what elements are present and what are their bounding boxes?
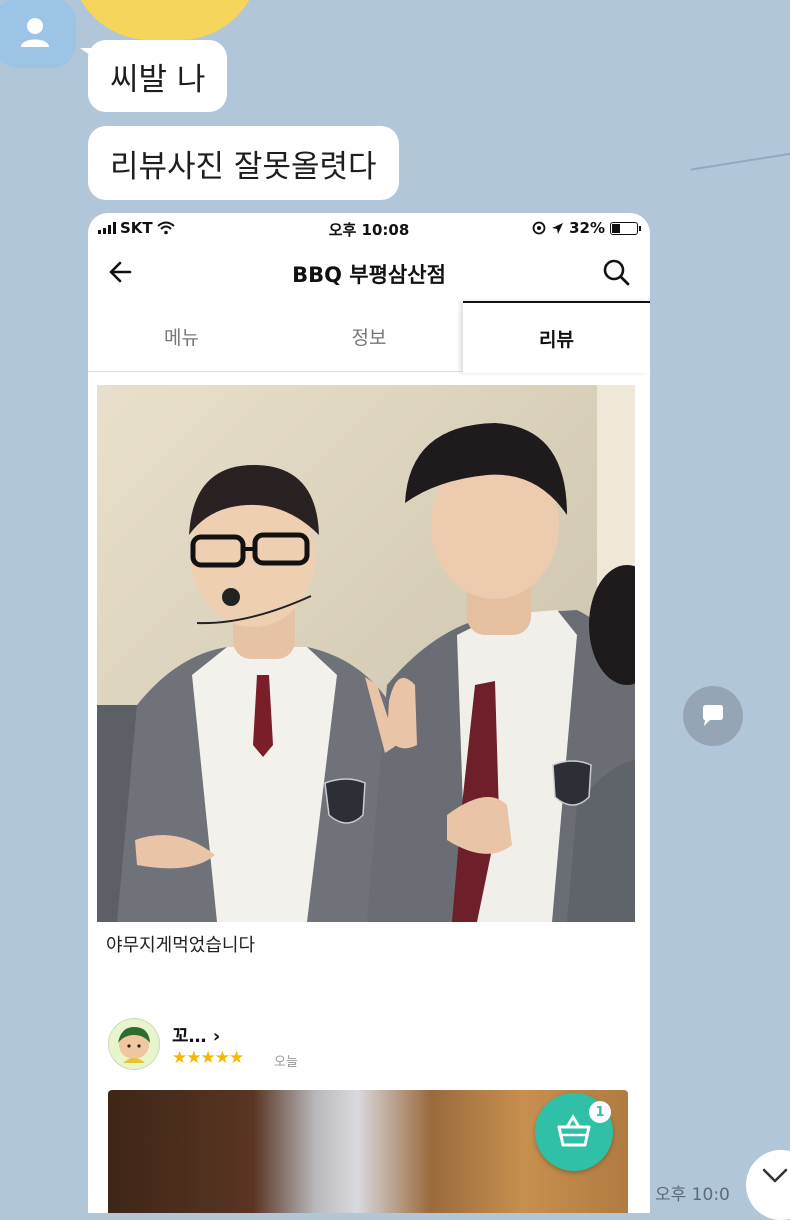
cart-button[interactable]: 1 [535,1093,613,1171]
chat-message[interactable]: 리뷰사진 잘못올렷다 [88,126,399,200]
reviewer-name[interactable]: 꼬… › [172,1022,220,1048]
battery-icon [610,221,641,235]
location-icon [552,222,564,234]
character-avatar-icon [118,1027,150,1063]
tab-info[interactable]: 정보 [275,301,463,371]
chevron-down-icon [762,1168,788,1183]
chat-message-text: 리뷰사진 잘못올렷다 [110,148,377,185]
reviewer-name-text: 꼬… [172,1026,207,1047]
photo-illustration [97,385,635,922]
scroll-down-button[interactable] [746,1150,790,1220]
cart-count-badge: 1 [589,1101,611,1123]
person-icon [21,18,49,47]
cart-icon [557,1114,591,1147]
chat-message[interactable]: 씨발 나 [79,40,228,112]
share-icon [703,705,723,726]
review-date: 오늘 [274,1055,298,1070]
tab-review[interactable]: 리뷰 [463,301,650,373]
review-photo[interactable] [97,385,635,922]
next-review-header[interactable]: 꼬… › ★★★★★ 오늘 [108,1018,628,1078]
search-icon[interactable] [602,258,630,286]
default-profile-avatar[interactable] [0,0,76,68]
review-text: 야무지게먹었습니다 [106,935,256,956]
scratch-mark [690,151,790,171]
lock-rotation-icon [532,221,546,235]
store-title: BBQ 부평삼산점 [292,263,446,287]
store-header: BBQ 부평삼산점 [88,243,650,303]
chat-message-text: 씨발 나 [110,61,206,98]
status-bar: SKT 오후 10:08 32% [88,213,650,243]
battery-percent: 32% [569,219,605,237]
message-timestamp: 오후 10:0 [655,1185,730,1205]
reviewer-avatar [108,1018,160,1070]
sender-profile-image [70,0,260,40]
shared-screenshot[interactable]: SKT 오후 10:08 32% BBQ 부평삼산점 메뉴 정보 리뷰 야무지게… [88,213,650,1213]
chevron-right-icon: › [212,1026,221,1047]
tab-bar: 메뉴 정보 리뷰 [88,301,650,373]
share-button[interactable] [683,686,743,746]
tab-menu[interactable]: 메뉴 [88,301,275,371]
rating-stars: ★★★★★ [172,1048,244,1068]
